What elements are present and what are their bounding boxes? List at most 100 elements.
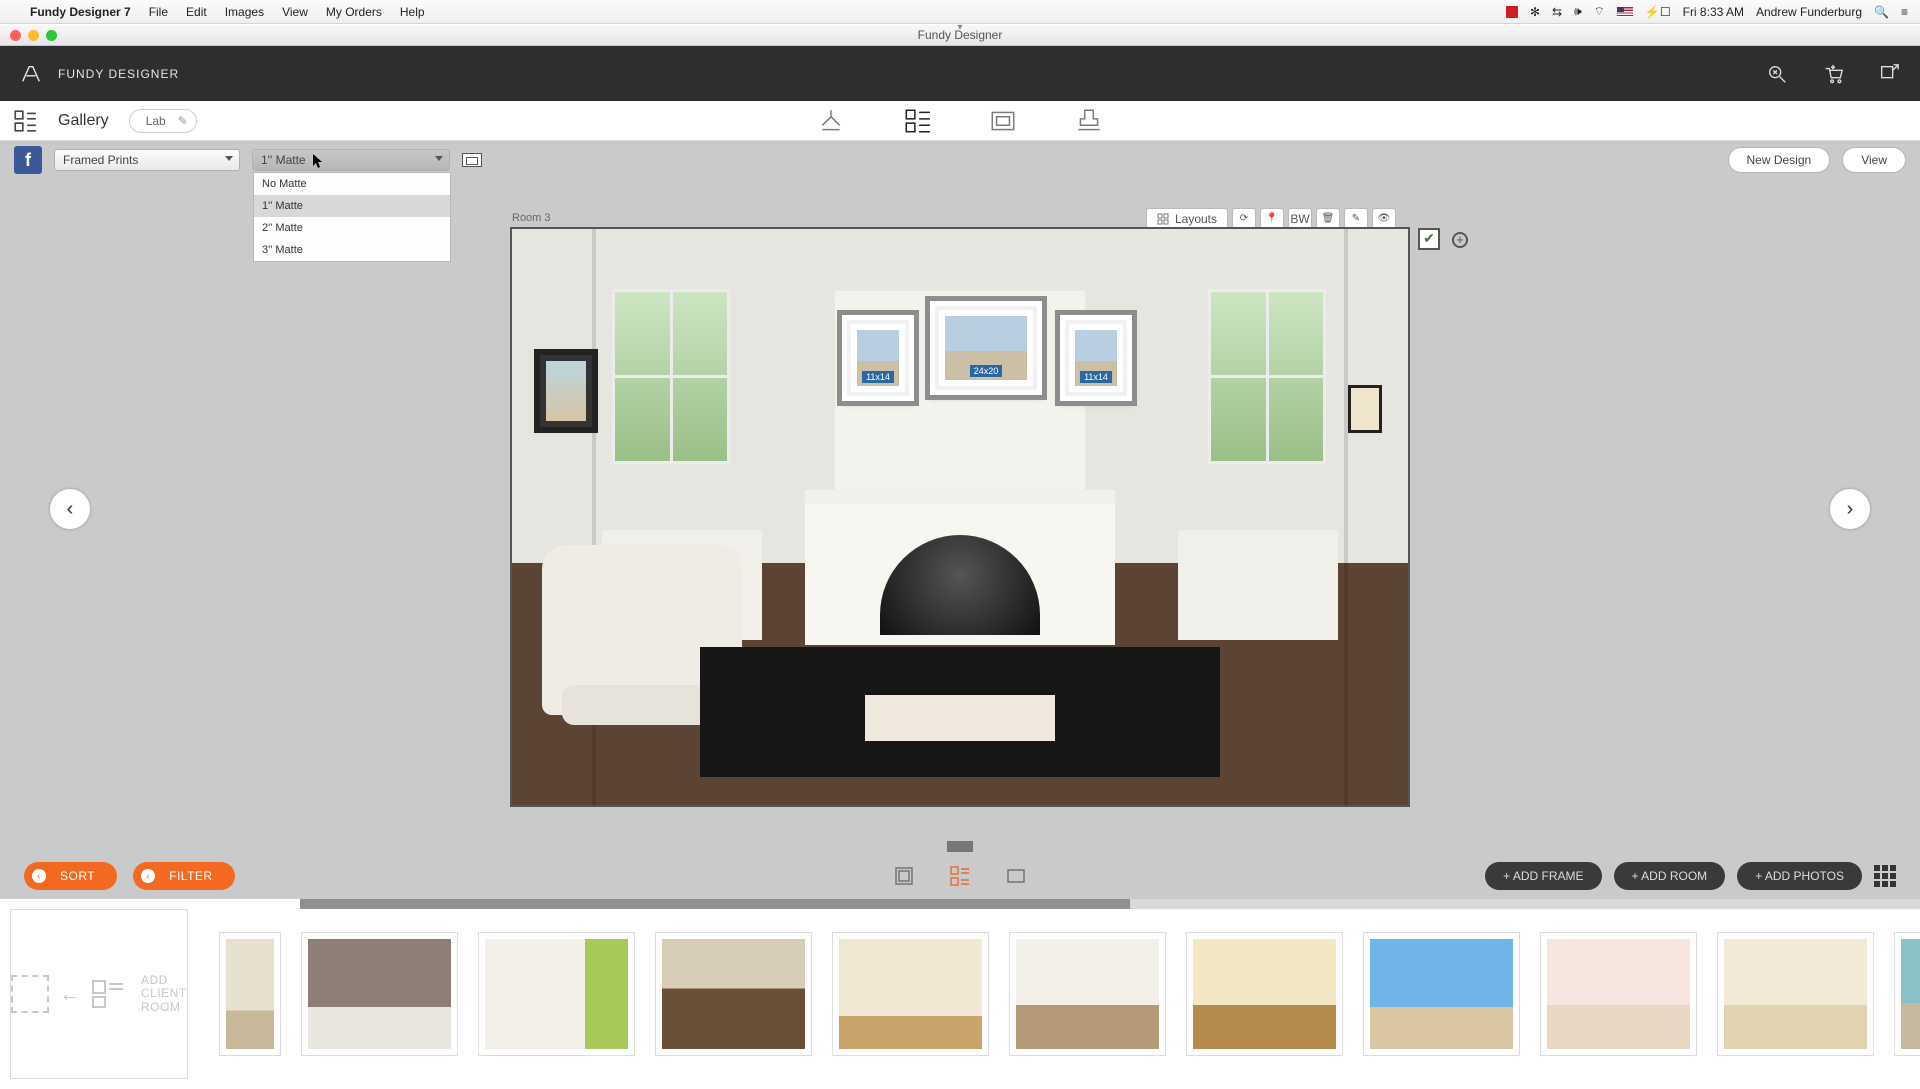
chevron-left-icon: ‹ xyxy=(32,869,46,883)
room-tray xyxy=(865,695,1055,741)
room-canvas[interactable]: 11x14 24x20 11x14 xyxy=(510,227,1410,807)
spotlight-icon[interactable]: 🔍 xyxy=(1874,5,1889,19)
import-tool-icon[interactable] xyxy=(816,106,846,136)
add-frame-button[interactable]: + ADD FRAME xyxy=(1485,862,1601,890)
room-label: Room 3 xyxy=(512,212,551,224)
controls-row: f Framed Prints 1'' Matte No Matte 1'' M… xyxy=(0,141,1920,179)
stamp-tool-icon[interactable] xyxy=(1074,106,1104,136)
add-frame-plus-button[interactable]: + xyxy=(1452,232,1468,248)
menu-edit[interactable]: Edit xyxy=(186,5,207,19)
album-tool-icon[interactable] xyxy=(988,106,1018,136)
window-zoom-icon[interactable] xyxy=(46,30,57,41)
battery-icon[interactable]: ⚡☐ xyxy=(1645,5,1671,19)
add-client-room-label: ROOM xyxy=(141,1001,187,1014)
room-thumbnail[interactable] xyxy=(1895,933,1920,1055)
add-client-room-label: ADD CLIENT xyxy=(141,974,187,1000)
add-client-room-icon: ← xyxy=(11,975,125,1013)
status-icon[interactable]: ✻ xyxy=(1530,5,1540,19)
wall-art xyxy=(534,349,598,433)
sort-button[interactable]: ‹ SORT xyxy=(24,862,117,890)
volume-icon[interactable]: 🕪 xyxy=(1574,4,1582,19)
grid-view-icon[interactable] xyxy=(1874,865,1896,887)
room-fireplace xyxy=(805,490,1115,645)
window-traffic-lights[interactable] xyxy=(0,30,57,41)
chevron-down-icon xyxy=(225,156,233,161)
matte-dropdown[interactable]: 1'' Matte No Matte 1'' Matte 2'' Matte 3… xyxy=(252,149,450,171)
section-title: Gallery xyxy=(58,112,109,130)
room-thumbnail[interactable] xyxy=(1010,933,1165,1055)
export-icon[interactable] xyxy=(1878,63,1900,85)
lab-chip[interactable]: Lab ✎ xyxy=(129,109,197,133)
window-minimize-icon[interactable] xyxy=(28,30,39,41)
input-flag-icon[interactable] xyxy=(1617,7,1633,17)
menu-app-name[interactable]: Fundy Designer 7 xyxy=(30,5,131,19)
mouse-cursor-icon xyxy=(313,154,325,170)
menu-view[interactable]: View xyxy=(282,5,308,19)
add-room-button[interactable]: + ADD ROOM xyxy=(1614,862,1726,890)
menubar-clock[interactable]: Fri 8:33 AM xyxy=(1683,5,1744,19)
fireplace-opening xyxy=(880,535,1040,635)
room-thumbnail[interactable] xyxy=(302,933,457,1055)
menu-hamburger-icon[interactable]: ≡ xyxy=(1901,5,1908,19)
gallery-mode-icon[interactable] xyxy=(12,108,38,134)
wall-frame[interactable]: 24x20 xyxy=(930,301,1042,395)
menu-myorders[interactable]: My Orders xyxy=(326,5,382,19)
room-window xyxy=(612,289,730,464)
next-room-button[interactable]: › xyxy=(1830,489,1870,529)
wall-designer-tool-icon[interactable] xyxy=(902,106,932,136)
app-logo-icon[interactable] xyxy=(20,63,42,85)
room-thumbnail[interactable] xyxy=(833,933,988,1055)
inspect-icon[interactable] xyxy=(1766,63,1788,85)
toolbar-secondary: Gallery Lab ✎ xyxy=(0,101,1920,141)
wall-frame[interactable]: 11x14 xyxy=(842,315,914,401)
center-tool-group xyxy=(816,106,1104,136)
room-thumbnail[interactable] xyxy=(479,933,634,1055)
room-thumbnail[interactable] xyxy=(656,933,811,1055)
wall-art xyxy=(1348,385,1382,433)
frame-size-badge: 11x14 xyxy=(1080,371,1112,383)
edit-icon[interactable]: ✎ xyxy=(178,114,188,128)
matte-option[interactable]: No Matte xyxy=(254,173,450,195)
view-button[interactable]: View xyxy=(1842,147,1906,173)
cart-icon[interactable] xyxy=(1822,63,1844,85)
matte-preview-icon[interactable] xyxy=(462,153,482,167)
new-design-button[interactable]: New Design xyxy=(1728,147,1831,173)
room-thumbnail[interactable] xyxy=(220,933,280,1055)
single-view-icon[interactable] xyxy=(1005,865,1027,887)
room-thumbnail[interactable] xyxy=(1187,933,1342,1055)
menu-file[interactable]: File xyxy=(149,5,168,19)
app-header: FUNDY DESIGNER xyxy=(0,46,1920,101)
window-close-icon[interactable] xyxy=(10,30,21,41)
matte-dropdown-list: No Matte 1'' Matte 2'' Matte 3'' Matte xyxy=(253,172,451,262)
room-thumbnail[interactable] xyxy=(1364,933,1519,1055)
add-photos-button[interactable]: + ADD PHOTOS xyxy=(1737,862,1862,890)
action-bar: ‹ SORT ‹ FILTER + ADD FRAME + ADD ROOM +… xyxy=(0,853,1920,899)
chevron-left-icon: ‹ xyxy=(141,869,155,883)
filter-button[interactable]: ‹ FILTER xyxy=(133,862,234,890)
stage: ‹ › Room 3 Layouts ⟳ 📍 BW 🗑 ✎ 👁 xyxy=(0,179,1920,839)
recording-indicator-icon[interactable] xyxy=(1506,6,1518,18)
add-client-room-button[interactable]: ← ADD CLIENT ROOM xyxy=(10,909,188,1079)
matte-option[interactable]: 2'' Matte xyxy=(254,217,450,239)
wifi-icon[interactable]: ⌔ xyxy=(1594,4,1605,19)
facebook-icon[interactable]: f xyxy=(14,146,42,174)
matte-option[interactable]: 3'' Matte xyxy=(254,239,450,261)
menu-images[interactable]: Images xyxy=(225,5,264,19)
frames-view-icon[interactable] xyxy=(893,865,915,887)
confirm-check-button[interactable]: ✔ xyxy=(1418,228,1440,250)
mac-menubar: Fundy Designer 7 File Edit Images View M… xyxy=(0,0,1920,24)
product-dropdown[interactable]: Framed Prints xyxy=(54,149,240,171)
prev-room-button[interactable]: ‹ xyxy=(50,489,90,529)
room-thumbnail[interactable] xyxy=(1541,933,1696,1055)
sync-icon[interactable]: ⇆ xyxy=(1552,5,1562,19)
rooms-view-icon[interactable] xyxy=(949,865,971,887)
panel-drag-handle[interactable] xyxy=(0,839,1920,853)
menu-help[interactable]: Help xyxy=(400,5,425,19)
menubar-user[interactable]: Andrew Funderburg xyxy=(1756,5,1862,19)
matte-option[interactable]: 1'' Matte xyxy=(254,195,450,217)
matte-dropdown-value: 1'' Matte xyxy=(261,153,306,167)
filmstrip-scrollbar-thumb[interactable] xyxy=(300,899,1130,909)
room-thumbnail[interactable] xyxy=(1718,933,1873,1055)
wall-frame[interactable]: 11x14 xyxy=(1060,315,1132,401)
room-window xyxy=(1208,289,1326,464)
